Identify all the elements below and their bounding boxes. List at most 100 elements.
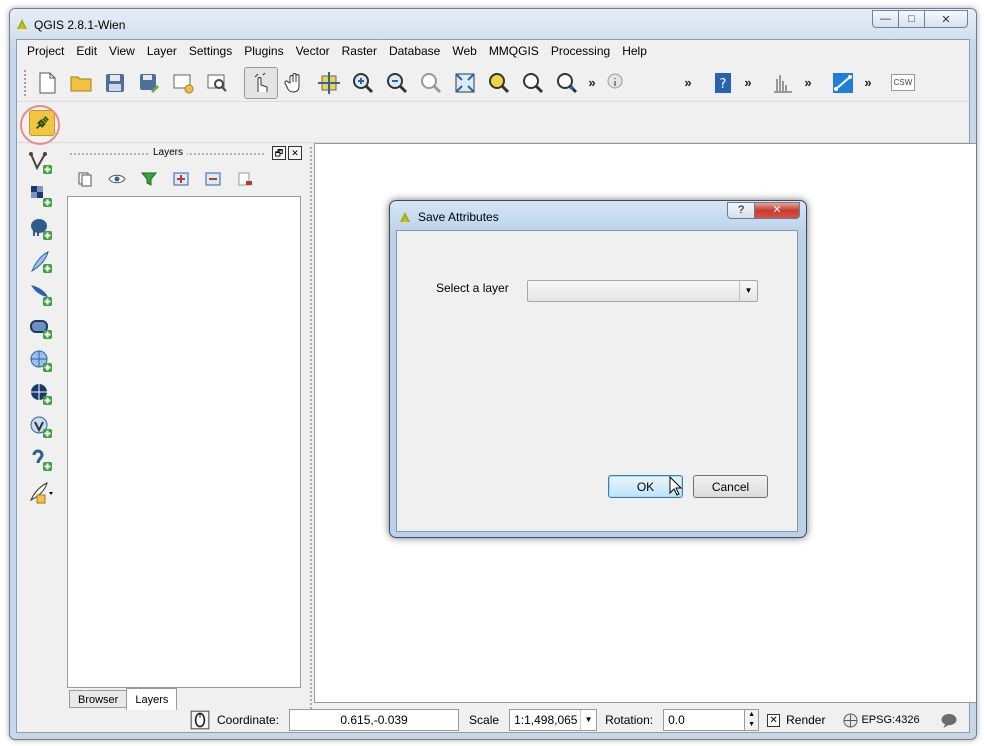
composer-manager-button[interactable]	[200, 67, 234, 99]
new-project-button[interactable]	[30, 67, 64, 99]
menu-mmqgis[interactable]: MMQGIS	[483, 42, 545, 60]
open-project-button[interactable]	[64, 67, 98, 99]
zoom-out-button[interactable]	[380, 67, 414, 99]
add-group-button[interactable]	[69, 167, 101, 191]
menu-processing[interactable]: Processing	[545, 42, 616, 60]
toggle-extents-button[interactable]	[189, 709, 211, 731]
toolbar-overflow-chevron-2[interactable]: »	[680, 75, 696, 90]
touch-zoom-pan-button[interactable]	[244, 66, 278, 99]
float-panel-button[interactable]: 🗗	[272, 146, 286, 160]
layers-tree[interactable]	[67, 196, 301, 688]
layer-select-combo[interactable]: ▼	[527, 280, 758, 302]
close-panel-button[interactable]: ✕	[288, 146, 302, 160]
toolbar-overflow-chevron-4[interactable]: »	[800, 75, 816, 90]
zoom-in-button[interactable]	[346, 67, 380, 99]
toolbar-grip[interactable]	[23, 68, 27, 97]
add-wms-layer-button[interactable]	[21, 344, 61, 377]
toolbar-overflow-chevron-5[interactable]: »	[860, 75, 876, 90]
menu-edit[interactable]: Edit	[70, 42, 103, 60]
cancel-button-label: Cancel	[711, 479, 750, 494]
pan-selection-icon	[318, 71, 340, 94]
identify-button[interactable]	[600, 67, 634, 99]
expand-all-button[interactable]	[165, 167, 197, 191]
pan-map-button[interactable]	[278, 67, 312, 99]
menu-database[interactable]: Database	[383, 42, 446, 60]
pan-to-selection-button[interactable]	[312, 67, 346, 99]
cancel-button[interactable]: Cancel	[693, 475, 768, 498]
collapse-all-button[interactable]	[197, 167, 229, 191]
save-project-button[interactable]	[98, 67, 132, 99]
remove-layer-button[interactable]	[229, 167, 261, 191]
menu-vector[interactable]: Vector	[290, 42, 336, 60]
csw-button[interactable]: CSW	[886, 67, 920, 99]
maximize-button[interactable]: □	[898, 10, 925, 28]
panel-splitter[interactable]	[309, 146, 313, 726]
help-contents-button[interactable]: ?	[706, 67, 740, 99]
menu-layer[interactable]: Layer	[141, 42, 183, 60]
identify-icon	[607, 73, 623, 88]
rotation-spin-arrows[interactable]: ▲ ▼	[745, 709, 760, 731]
menu-raster[interactable]: Raster	[336, 42, 383, 60]
messages-bubble-icon[interactable]	[940, 713, 958, 728]
qgis-logo-icon	[17, 19, 27, 29]
zoom-last-button[interactable]	[550, 67, 584, 99]
csw-icon: CSW	[890, 74, 916, 91]
add-spatialite-layer-button[interactable]	[21, 245, 61, 278]
add-vector-layer-button[interactable]	[21, 146, 61, 179]
add-raster-layer-button[interactable]	[21, 179, 61, 212]
crs-globe-icon[interactable]	[843, 712, 858, 728]
menu-bar: Project Edit View Layer Settings Plugins…	[17, 40, 969, 62]
menu-view[interactable]: View	[103, 42, 141, 60]
menu-settings[interactable]: Settings	[183, 42, 238, 60]
layers-panel-title: Layers	[149, 147, 188, 158]
zoom-out-icon	[387, 72, 408, 93]
dialog-close-button[interactable]: ✕	[754, 202, 800, 219]
add-wcs-layer-button[interactable]	[21, 377, 61, 410]
minimize-button[interactable]: —	[872, 10, 899, 28]
mouse-cursor-icon	[669, 476, 683, 496]
toolbar-overflow-chevron[interactable]: »	[584, 75, 600, 90]
zoom-actual-size-button[interactable]	[414, 67, 448, 99]
histogram-button[interactable]	[766, 67, 800, 99]
render-checkbox[interactable]: ✕	[767, 713, 781, 727]
filter-legend-button[interactable]	[133, 167, 165, 191]
new-shapefile-layer-button[interactable]	[21, 476, 61, 509]
spatialite-feather-icon	[30, 250, 52, 273]
coordinate-field[interactable]: 0.615,-0.039	[289, 709, 460, 731]
manage-visibility-button[interactable]	[101, 167, 133, 191]
zoom-full-button[interactable]	[448, 67, 482, 99]
select-layer-label: Select a layer	[436, 281, 509, 295]
render-label: Render	[786, 713, 826, 727]
scale-combo[interactable]: 1:1,498,065 ▼	[509, 709, 598, 731]
folder-icon	[70, 76, 92, 91]
raster-layer-icon	[31, 185, 52, 207]
zoom-to-selection-button[interactable]	[482, 67, 516, 99]
dialog-help-button[interactable]: ?	[727, 202, 755, 219]
add-oracle-layer-button[interactable]	[21, 311, 61, 344]
close-button[interactable]: ✕	[924, 10, 968, 28]
add-delimited-text-layer-button[interactable]	[21, 443, 61, 476]
save-attributes-dialog: Save Attributes ? ✕ Select a layer ▼ OK …	[389, 200, 807, 538]
chevron-down-icon[interactable]: ▼	[739, 281, 757, 301]
add-mssql-layer-button[interactable]	[21, 278, 61, 311]
rotation-spinbox[interactable]: 0.0	[663, 709, 746, 731]
zoom-to-layer-button[interactable]	[516, 67, 550, 99]
wms-globe-icon	[30, 350, 52, 372]
pan-hand-icon	[284, 72, 300, 93]
save-as-icon	[140, 73, 159, 93]
scale-label: Scale	[469, 713, 500, 727]
menu-web[interactable]: Web	[446, 42, 482, 60]
menu-plugins[interactable]: Plugins	[238, 42, 289, 60]
toolbar-overflow-chevron-3[interactable]: »	[740, 75, 756, 90]
new-print-composer-button[interactable]	[166, 67, 200, 99]
ok-button-label: OK	[636, 479, 655, 494]
save-as-button[interactable]	[132, 67, 166, 99]
georeferencer-button[interactable]	[826, 67, 860, 99]
crs-status[interactable]: EPSG:4326	[861, 714, 919, 726]
remove-layer-icon	[238, 172, 252, 186]
add-postgis-layer-button[interactable]	[21, 212, 61, 245]
add-wfs-layer-button[interactable]	[21, 410, 61, 443]
collapse-all-icon	[205, 172, 221, 186]
menu-help[interactable]: Help	[616, 42, 653, 60]
menu-project[interactable]: Project	[21, 42, 70, 60]
